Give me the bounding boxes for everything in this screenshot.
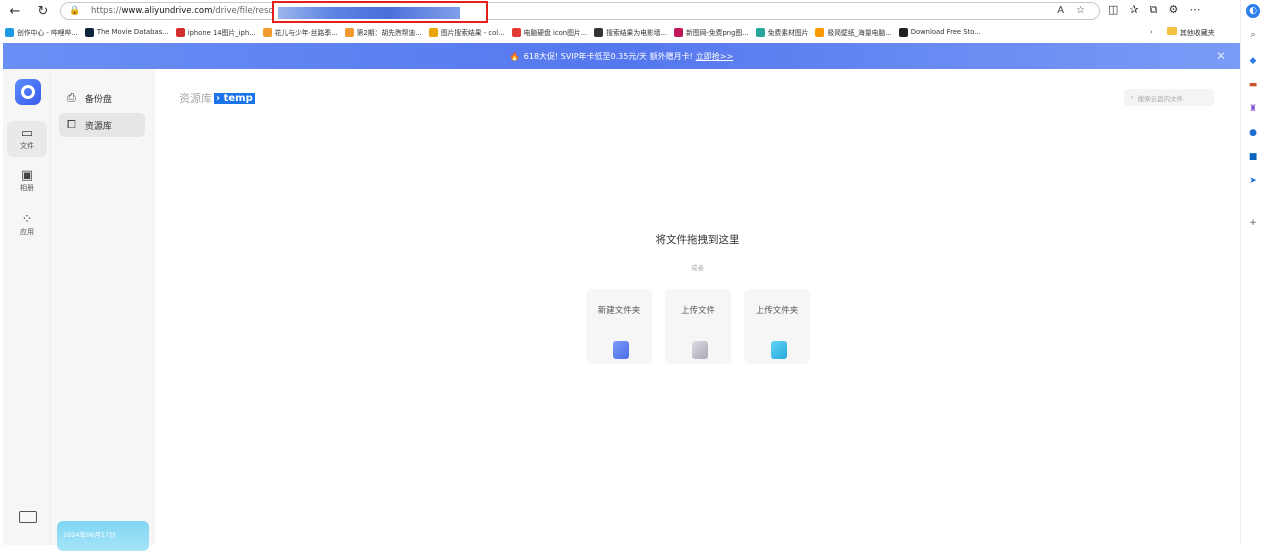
bookmark-favicon-icon [755, 27, 765, 37]
copilot-icon[interactable]: ◐ [1246, 4, 1260, 18]
edge-sidebar: ◐ ⌕ ◆ ▬ ♜ ● ■ ➤ + [1240, 0, 1266, 545]
resource-folder-icon: ⧠ [67, 118, 76, 131]
device-icon[interactable] [19, 511, 37, 523]
breadcrumb-current: › temp [214, 92, 255, 104]
search-sidebar-icon[interactable]: ⌕ [1246, 28, 1260, 42]
close-icon[interactable]: ✕ [1216, 49, 1226, 63]
refresh-icon[interactable]: ↻ [32, 0, 54, 22]
bookmark-favicon-icon [898, 27, 908, 37]
folder-icon: ▭ [20, 126, 34, 141]
date-card[interactable]: 2024年06月17日 [57, 521, 149, 551]
collections-icon[interactable]: ⧉ [1150, 3, 1158, 17]
tools-icon[interactable]: ▬ [1246, 78, 1260, 92]
bookmark-favicon-icon [175, 27, 185, 37]
app-rail: ▭ 文件 ▣ 相册 ⁘ 应用 [3, 69, 51, 545]
backup-drive-icon: ⎙ [67, 91, 76, 104]
tag-icon[interactable]: ◆ [1246, 54, 1260, 68]
favorites-icon[interactable]: ✰ [1129, 3, 1138, 17]
search-icon: ⌕ [1130, 93, 1134, 101]
banner-text: 618大促! SVIP年卡低至0.35元/天 额外赠月卡! [523, 51, 693, 61]
subnav-item-resources[interactable]: ⧠ 资源库 [59, 113, 145, 137]
apps-grid-icon: ⁘ [21, 212, 33, 227]
bookmark-item[interactable]: 搜索结果为电影墙... [594, 27, 667, 37]
upload-folder-icon [771, 341, 787, 359]
bookmark-favicon-icon [815, 27, 825, 37]
bookmark-favicon-icon [594, 27, 604, 37]
new-folder-icon [613, 341, 629, 359]
bookmark-item[interactable]: The Movie Databas... [84, 27, 169, 37]
banner-link[interactable]: 立即抢>> [696, 51, 733, 62]
address-bar[interactable]: 🔒 https://www.aliyundrive.com/drive/file… [60, 2, 1100, 20]
lock-icon: 🔒 [69, 6, 81, 16]
upload-actions: 新建文件夹 上传文件 上传文件夹 [586, 289, 810, 364]
bookmark-favicon-icon [262, 27, 272, 37]
games-icon[interactable]: ♜ [1246, 102, 1260, 116]
read-aloud-icon[interactable]: A [1057, 5, 1064, 16]
bookmark-favicon-icon [511, 27, 521, 37]
back-icon[interactable]: ← [4, 0, 26, 22]
rail-item-files[interactable]: ▭ 文件 [7, 121, 47, 157]
bookmark-item[interactable]: 创作中心 - 哔哩哔... [5, 27, 78, 37]
bookmark-favicon-icon [674, 27, 684, 37]
bookmark-favicon-icon [428, 27, 438, 37]
telegram-icon[interactable]: ➤ [1246, 174, 1260, 188]
microsoft365-icon[interactable]: ● [1246, 126, 1260, 140]
bookmark-item[interactable]: 花儿与少年·丝路季... [262, 27, 338, 37]
bookmark-item[interactable]: 免费素材图片 [755, 27, 808, 37]
bookmark-item[interactable]: Download Free Sto... [898, 27, 981, 37]
bookmark-favicon-icon [5, 27, 14, 37]
bookmarks-bar: 创作中心 - 哔哩哔... The Movie Databas... iphone … [0, 24, 1240, 40]
photo-icon: ▣ [20, 168, 34, 183]
search-input[interactable]: ⌕ 搜索云盘内文件 [1124, 89, 1214, 106]
rail-item-album[interactable]: ▣ 相册 [7, 163, 47, 199]
rail-item-apps[interactable]: ⁘ 应用 [7, 207, 47, 243]
bookmark-item[interactable]: 图片搜索结果 - col... [428, 27, 505, 37]
new-folder-button[interactable]: 新建文件夹 [586, 289, 652, 364]
breadcrumb-root[interactable]: 资源库 [179, 90, 212, 106]
upload-folder-button[interactable]: 上传文件夹 [744, 289, 810, 364]
favorite-star-icon[interactable]: ☆ [1076, 5, 1085, 16]
subnav-item-backup[interactable]: ⎙ 备份盘 [59, 86, 145, 110]
upload-file-button[interactable]: 上传文件 [665, 289, 731, 364]
bookmarks-overflow-icon[interactable]: › [1150, 28, 1153, 36]
bookmark-favicon-icon [344, 27, 354, 37]
bookmark-favicon-icon [84, 27, 94, 37]
redacted-url-highlight [272, 1, 488, 23]
split-screen-icon[interactable]: ◫ [1108, 3, 1118, 17]
aliyundrive-logo[interactable] [15, 79, 41, 105]
url-text: https://www.aliyundrive.com/drive/file/r… [91, 6, 296, 16]
extensions-icon[interactable]: ⚙ [1168, 3, 1178, 17]
bookmark-item[interactable]: iphone 14图片_iph... [175, 27, 256, 37]
bookmark-item[interactable]: 新图网-免费png图... [674, 27, 749, 37]
fire-icon: 🔥 [509, 51, 520, 61]
drop-zone-or: 或者 [691, 264, 704, 272]
sub-navigation: ⎙ 备份盘 ⧠ 资源库 2024年06月17日 [51, 69, 155, 551]
more-menu-icon[interactable]: ⋯ [1189, 3, 1200, 17]
promo-banner: 🔥 618大促! SVIP年卡低至0.35元/天 额外赠月卡! 立即抢>> ✕ [3, 43, 1240, 69]
drop-zone-title: 将文件拖拽到这里 [655, 234, 740, 246]
bookmark-item[interactable]: 电脑硬盘 icon图片... [511, 27, 587, 37]
bookmark-item[interactable]: 极简壁纸_海量电脑... [815, 27, 892, 37]
main-content: 资源库 › temp ⌕ 搜索云盘内文件 将文件拖拽到这里 或者 新建文件夹 上… [155, 69, 1240, 545]
add-sidebar-icon[interactable]: + [1246, 216, 1260, 230]
bookmark-item[interactable]: 第2期：胡先煦帮迪... [344, 27, 422, 37]
breadcrumb: 资源库 › temp [179, 90, 255, 106]
other-bookmarks-folder[interactable]: 其他收藏夹 [1166, 26, 1215, 38]
upload-file-icon [692, 341, 708, 359]
outlook-icon[interactable]: ■ [1246, 150, 1260, 164]
